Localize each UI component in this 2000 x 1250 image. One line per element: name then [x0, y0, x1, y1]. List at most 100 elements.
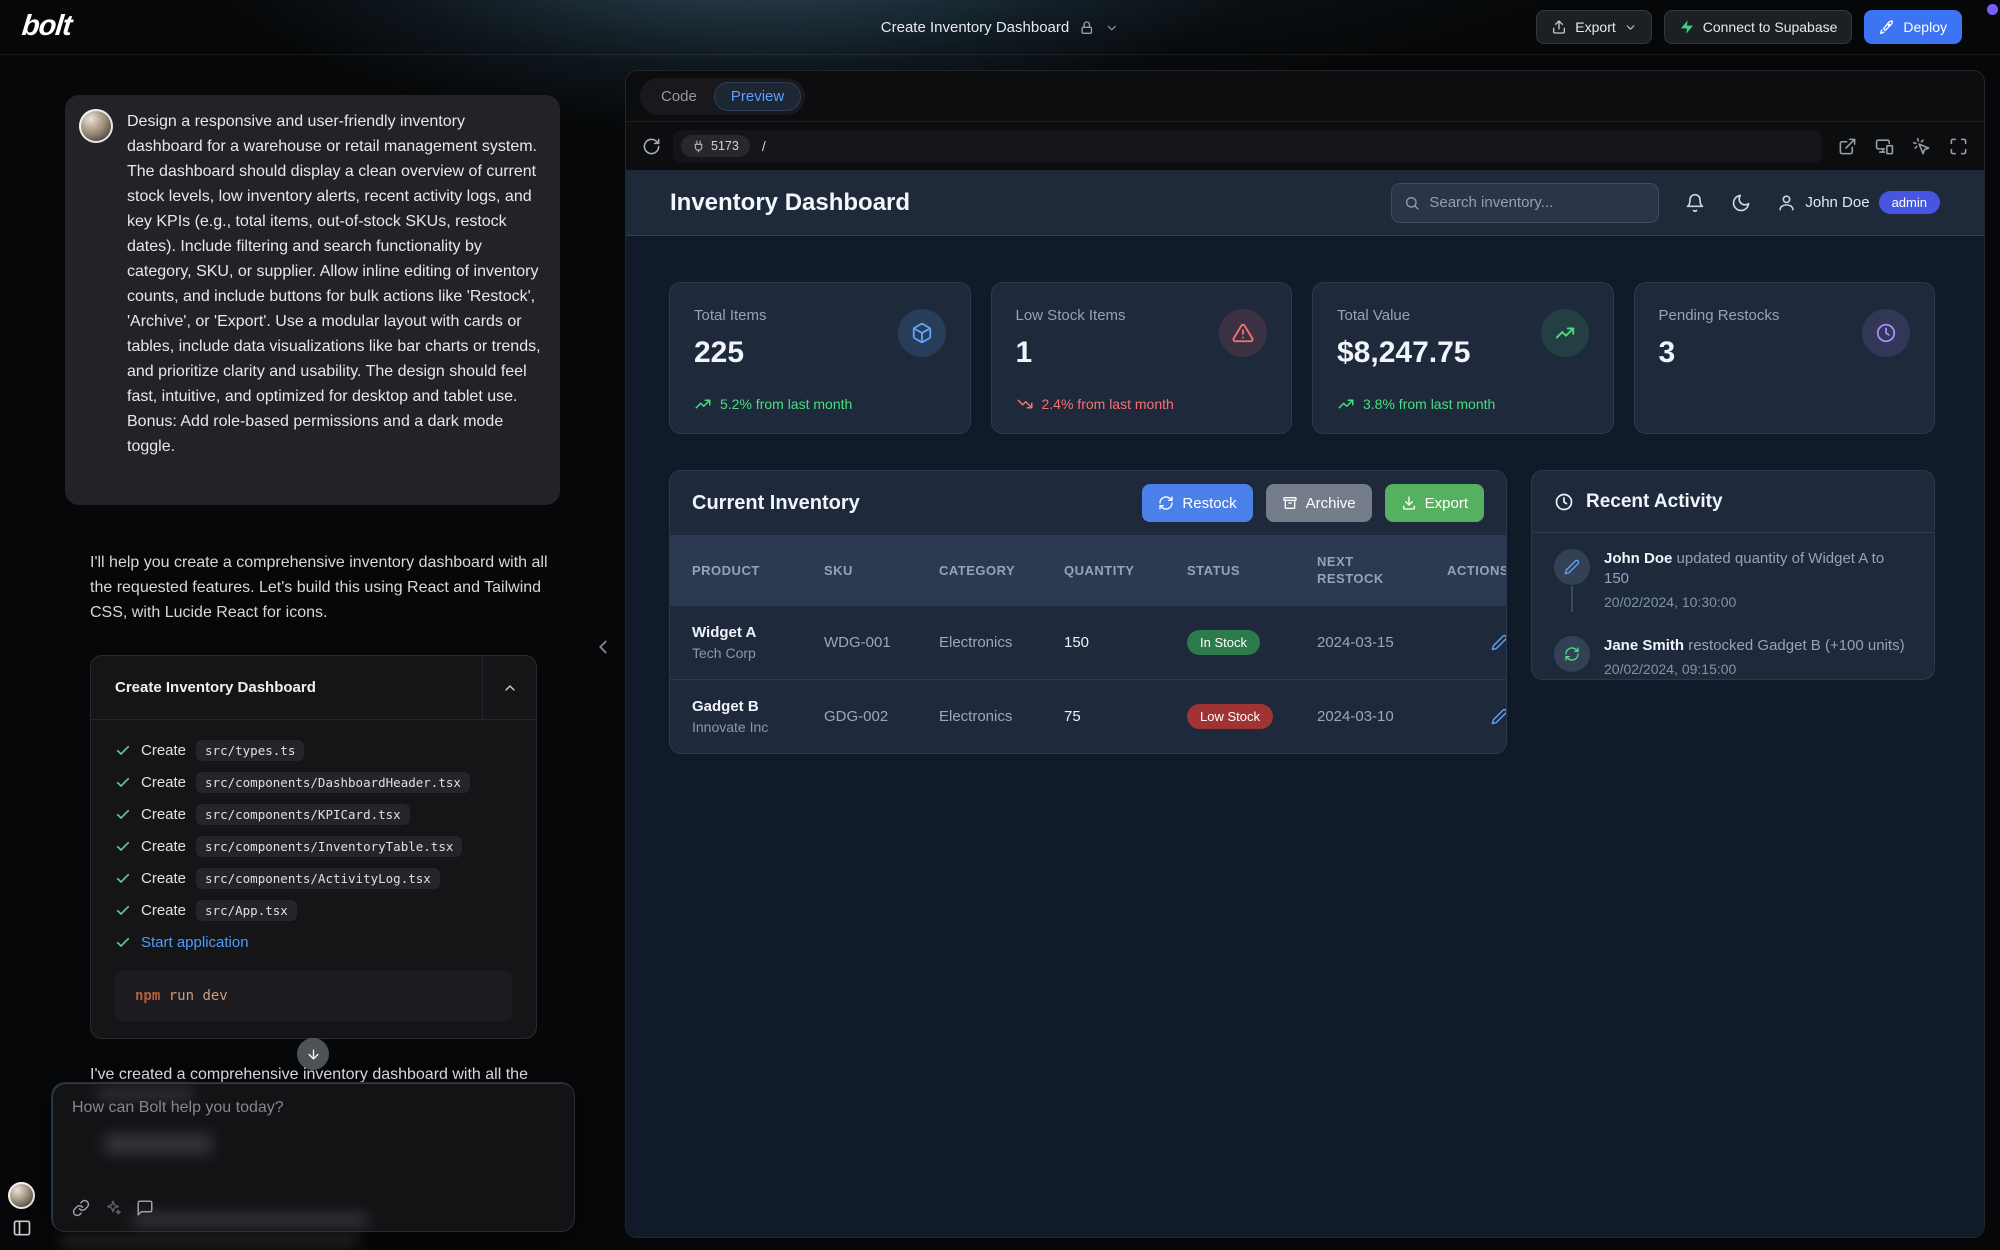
artifact-step: Create src/components/KPICard.tsx: [115, 798, 512, 830]
file-chip[interactable]: src/components/ActivityLog.tsx: [196, 868, 440, 889]
url-bar[interactable]: 5173 /: [673, 130, 1822, 163]
start-application-link[interactable]: Start application: [141, 934, 249, 951]
notification-dot: [1987, 4, 1998, 15]
artifact-header[interactable]: Create Inventory Dashboard: [91, 656, 536, 720]
file-chip[interactable]: src/components/KPICard.tsx: [196, 804, 410, 825]
step-action: Create: [141, 806, 186, 823]
inventory-card-header: Current Inventory Restock Archive: [670, 471, 1506, 535]
user-menu[interactable]: John Doe admin: [1777, 191, 1940, 214]
lock-icon: [1079, 20, 1095, 36]
chat-input-toolbar: [72, 1199, 154, 1217]
share-icon: [1551, 19, 1567, 35]
attach-link-icon[interactable]: [72, 1199, 90, 1217]
recent-activity-card: Recent Activity John Doe updated quantit…: [1531, 470, 1935, 680]
topbar-actions: Export Connect to Supabase Deploy: [1536, 10, 1962, 44]
supabase-bolt-icon: [1679, 19, 1695, 35]
export-button[interactable]: Export: [1536, 10, 1651, 44]
file-chip[interactable]: src/components/DashboardHeader.tsx: [196, 772, 470, 793]
tab-code[interactable]: Code: [644, 82, 714, 111]
table-row[interactable]: Widget A Tech Corp WDG-001 Electronics 1…: [670, 605, 1506, 679]
project-title-menu[interactable]: Create Inventory Dashboard: [881, 0, 1119, 55]
activity-timestamp: 20/02/2024, 10:30:00: [1604, 594, 1912, 610]
collapse-artifact-button[interactable]: [482, 656, 536, 719]
file-chip[interactable]: src/components/InventoryTable.tsx: [196, 836, 462, 857]
artifact-card: Create Inventory Dashboard Create src/ty…: [90, 655, 537, 1039]
edit-pencil-icon[interactable]: [1491, 708, 1507, 725]
status-badge: Low Stock: [1187, 704, 1273, 729]
reload-button[interactable]: [642, 137, 661, 156]
command-name: npm: [135, 988, 160, 1004]
export-csv-button[interactable]: Export: [1385, 484, 1484, 522]
col-actions: Actions: [1447, 562, 1507, 579]
actions-cell: [1447, 634, 1507, 651]
user-message-bubble: Design a responsive and user-friendly in…: [65, 95, 560, 505]
kpi-trend: 3.8% from last month: [1337, 395, 1495, 413]
screen: bolt Create Inventory Dashboard Export C…: [0, 0, 2000, 1250]
alert-triangle-icon: [1219, 309, 1267, 357]
preview-toolbar-icons: [1838, 137, 1968, 156]
activity-action: restocked Gadget B (+100 units): [1688, 637, 1904, 654]
artifact-step: Create src/components/DashboardHeader.ts…: [115, 766, 512, 798]
top-bar: bolt Create Inventory Dashboard Export C…: [0, 0, 2000, 55]
dark-mode-toggle[interactable]: [1731, 193, 1751, 213]
status-cell: Low Stock: [1187, 704, 1317, 729]
restock-button[interactable]: Restock: [1142, 484, 1252, 522]
edit-pencil-icon[interactable]: [1491, 634, 1507, 651]
product-supplier: Tech Corp: [692, 645, 824, 661]
discussion-icon[interactable]: [136, 1199, 154, 1217]
main-content-row: Current Inventory Restock Archive: [669, 470, 1935, 754]
reload-icon: [642, 137, 661, 156]
inventory-search[interactable]: [1391, 183, 1659, 223]
archive-icon: [1282, 495, 1298, 511]
file-chip[interactable]: src/App.tsx: [196, 900, 297, 921]
chat-input-box[interactable]: [51, 1082, 575, 1232]
search-input[interactable]: [1429, 194, 1646, 211]
bolt-logo[interactable]: bolt: [20, 10, 73, 43]
chat-input[interactable]: [72, 1099, 552, 1185]
col-product: Product: [692, 562, 824, 579]
chevron-down-icon: [1624, 21, 1637, 34]
deploy-button[interactable]: Deploy: [1864, 10, 1962, 44]
preview-panel: Code Preview 5173 /: [625, 70, 1985, 1238]
activity-item: John Doe updated quantity of Widget A to…: [1554, 549, 1912, 610]
kpi-card-low-stock: Low Stock Items 1 2.4% from last month: [991, 282, 1293, 434]
kpi-trend: 5.2% from last month: [694, 395, 852, 413]
kpi-trend-text: 3.8% from last month: [1363, 396, 1495, 412]
col-status: Status: [1187, 562, 1317, 579]
col-category: Category: [939, 562, 1064, 579]
user-message-text: Design a responsive and user-friendly in…: [127, 109, 544, 491]
connect-supabase-button[interactable]: Connect to Supabase: [1664, 10, 1853, 44]
sidebar-toggle[interactable]: [12, 1218, 32, 1238]
activity-actor: Jane Smith: [1604, 637, 1684, 654]
sparkles-icon[interactable]: [104, 1199, 122, 1217]
port-pill[interactable]: 5173: [681, 135, 750, 157]
bulk-action-buttons: Restock Archive Export: [1142, 484, 1484, 522]
open-external-icon[interactable]: [1838, 137, 1857, 156]
editor-tabs-row: Code Preview: [626, 71, 1984, 121]
quantity-cell[interactable]: 75: [1064, 708, 1187, 725]
pointer-interactions-icon[interactable]: [1912, 137, 1931, 156]
app-header: Inventory Dashboard John Doe: [626, 170, 1984, 236]
status-cell: In Stock: [1187, 630, 1317, 655]
collapse-chat-handle[interactable]: [592, 636, 614, 658]
archive-button[interactable]: Archive: [1266, 484, 1372, 522]
responsive-devices-icon[interactable]: [1875, 137, 1894, 156]
blurred-content: [60, 1234, 360, 1246]
pencil-icon: [1554, 549, 1590, 585]
trending-up-icon: [1541, 309, 1589, 357]
notifications-button[interactable]: [1685, 193, 1705, 213]
trending-up-icon: [694, 395, 712, 413]
kpi-trend-text: 2.4% from last month: [1042, 396, 1174, 412]
blurred-content: [132, 1213, 368, 1227]
fullscreen-icon[interactable]: [1949, 137, 1968, 156]
check-icon: [115, 806, 131, 822]
quantity-cell[interactable]: 150: [1064, 634, 1187, 651]
file-chip[interactable]: src/types.ts: [196, 740, 304, 761]
chevron-left-icon: [592, 636, 614, 658]
col-sku: SKU: [824, 562, 939, 579]
table-row[interactable]: Gadget B Innovate Inc GDG-002 Electronic…: [670, 679, 1506, 753]
account-avatar[interactable]: [8, 1182, 35, 1209]
tab-preview[interactable]: Preview: [714, 82, 801, 111]
product-cell: Widget A Tech Corp: [692, 624, 824, 661]
chevron-up-icon: [502, 680, 518, 696]
